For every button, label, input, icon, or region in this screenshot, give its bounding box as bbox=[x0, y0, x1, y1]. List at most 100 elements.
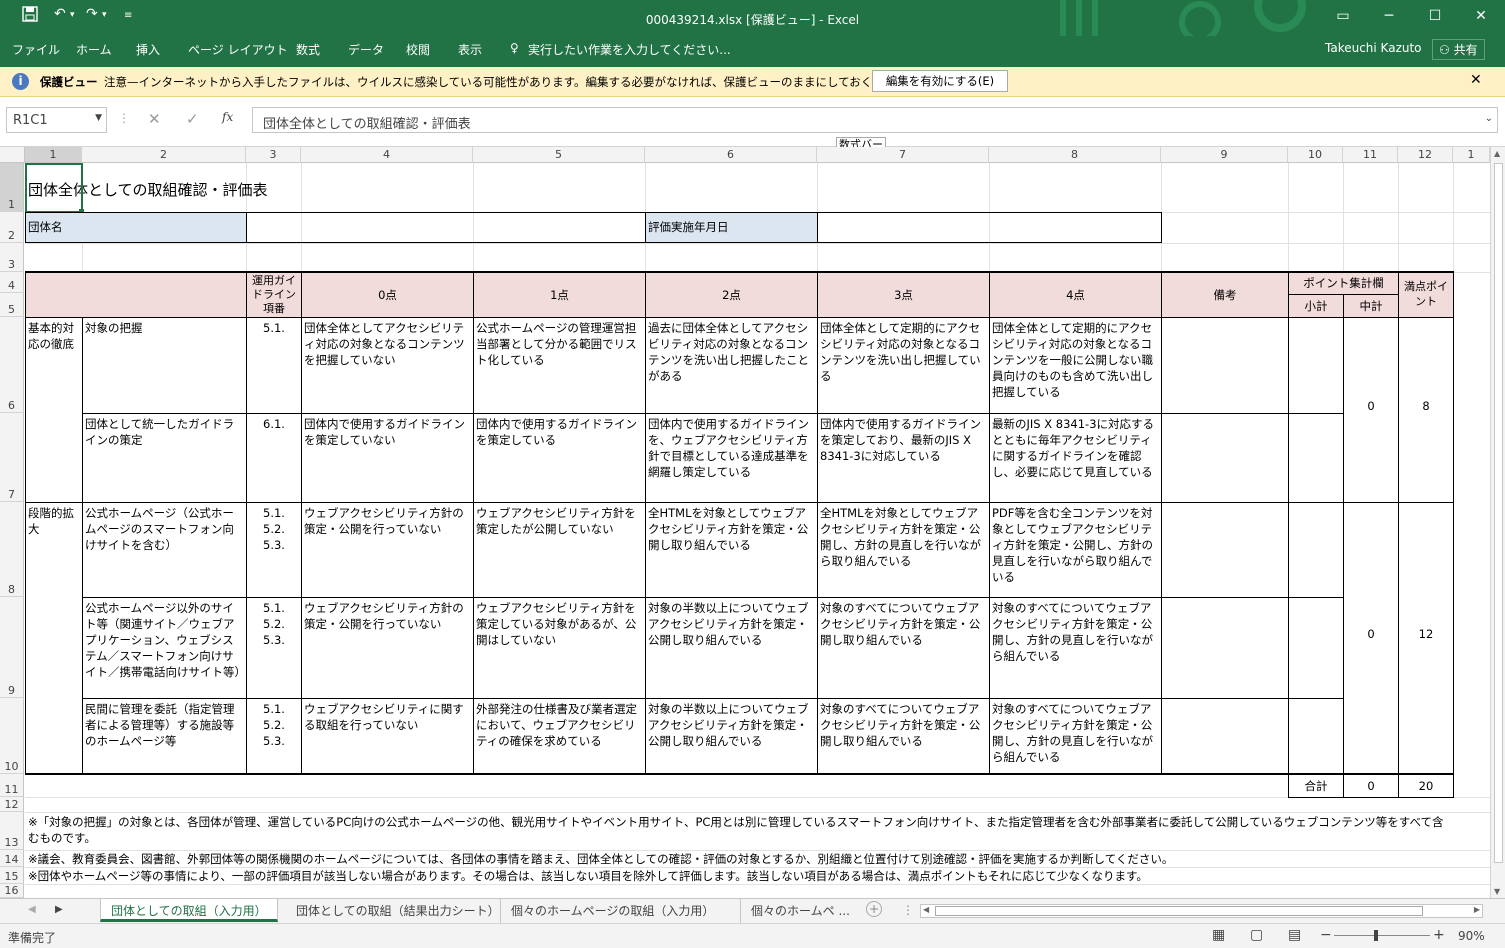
column-header[interactable]: 1 bbox=[25, 147, 82, 163]
row-header[interactable]: 16 bbox=[0, 884, 24, 898]
zoom-slider-thumb[interactable] bbox=[1374, 930, 1378, 941]
normal-view-icon[interactable]: ▦ bbox=[1212, 927, 1225, 943]
column-header[interactable]: 9 bbox=[1161, 147, 1288, 163]
criteria-cell[interactable]: ウェブアクセシビリティ方針を策定している対象があるが、公開はしていない bbox=[473, 597, 646, 699]
header-subtotal-cell[interactable]: 小計 bbox=[1288, 294, 1344, 318]
sheet-tab[interactable]: 団体としての取組（結果出力シート） bbox=[286, 899, 510, 923]
ribbon-display-options-icon[interactable]: ▭ bbox=[1328, 4, 1358, 28]
enter-icon[interactable]: ✓ bbox=[186, 110, 199, 128]
guide-cell[interactable]: 5.1. bbox=[246, 317, 302, 414]
guide-cell[interactable]: 6.1. bbox=[246, 413, 302, 503]
close-button[interactable]: ✕ bbox=[1466, 4, 1496, 28]
column-header[interactable]: 5 bbox=[473, 147, 645, 163]
header-p1-cell[interactable]: 1点 bbox=[473, 272, 646, 318]
notes-cell[interactable] bbox=[1161, 597, 1289, 699]
row-header[interactable]: 7 bbox=[0, 413, 24, 502]
criteria-cell[interactable]: 対象のすべてについてウェブアクセシビリティ方針を策定・公開し、方針の見直しを行い… bbox=[989, 698, 1162, 775]
criteria-cell[interactable]: ウェブアクセシビリティ方針を策定したが公開していない bbox=[473, 502, 646, 598]
worksheet-grid[interactable]: 1 2 3 4 5 6 7 8 9 10 11 12 1 1 2 3 4 5 6… bbox=[0, 147, 1490, 898]
column-header[interactable]: 6 bbox=[645, 147, 817, 163]
column-header[interactable]: 11 bbox=[1343, 147, 1398, 163]
notes-cell[interactable] bbox=[1161, 317, 1289, 414]
name-box[interactable]: R1C1 ▼ bbox=[6, 107, 107, 133]
guide-cell[interactable]: 5.1. 5.2. 5.3. bbox=[246, 597, 302, 699]
row-header[interactable]: 13 bbox=[0, 812, 24, 850]
criteria-cell[interactable]: 団体全体として定期的にアクセシビリティ対応の対象となるコンテンツを洗い出し把握し… bbox=[817, 317, 990, 414]
row-header[interactable]: 1 bbox=[0, 163, 24, 212]
column-header[interactable]: 7 bbox=[817, 147, 989, 163]
add-sheet-icon[interactable]: + bbox=[866, 901, 882, 917]
scroll-left-icon[interactable]: ◀ bbox=[923, 905, 929, 914]
midtotal-cell[interactable]: 0 bbox=[1343, 317, 1399, 503]
item-cell[interactable]: 団体として統一したガイドラインの策定 bbox=[82, 413, 247, 503]
total-midtotal-cell[interactable]: 0 bbox=[1343, 774, 1399, 798]
tab-split-handle-icon[interactable]: ⋮ bbox=[902, 903, 914, 917]
enable-editing-button[interactable]: 編集を有効にする(E) bbox=[872, 70, 1008, 92]
page-break-view-icon[interactable]: ▤ bbox=[1288, 927, 1301, 943]
horizontal-scrollbar[interactable]: ◀ ▶ bbox=[920, 904, 1483, 918]
column-header[interactable]: 4 bbox=[301, 147, 473, 163]
note-cell[interactable]: ※団体やホームページ等の事情により、一部の評価項目が該当しない場合があります。そ… bbox=[26, 868, 1456, 885]
total-max-cell[interactable]: 20 bbox=[1398, 774, 1454, 798]
item-cell[interactable]: 民間に管理を委託（指定管理者による管理等）する施設等のホームページ等 bbox=[82, 698, 247, 775]
column-header[interactable]: 1 bbox=[1453, 147, 1490, 163]
tab-formulas[interactable]: 数式 bbox=[296, 41, 320, 58]
horizontal-scroll-thumb[interactable] bbox=[935, 906, 1423, 916]
date-label-cell[interactable]: 評価実施年月日 bbox=[645, 212, 818, 243]
header-max-cell[interactable]: 満点ポイント bbox=[1398, 272, 1454, 318]
criteria-cell[interactable]: 対象の半数以上についてウェブアクセシビリティ方針を策定・公開し取り組んでいる bbox=[645, 597, 818, 699]
notes-cell[interactable] bbox=[1161, 698, 1289, 775]
column-header[interactable]: 10 bbox=[1288, 147, 1343, 163]
total-label-cell[interactable]: 合計 bbox=[1288, 774, 1344, 798]
category-cell[interactable]: 段階的拡大 bbox=[25, 502, 83, 775]
zoom-in-icon[interactable]: + bbox=[1433, 927, 1445, 943]
criteria-cell[interactable]: 公式ホームページの管理運営担当部署として分かる範囲でリスト化している bbox=[473, 317, 646, 414]
notes-cell[interactable] bbox=[1161, 502, 1289, 598]
subtotal-cell[interactable] bbox=[1288, 597, 1344, 699]
guide-cell[interactable]: 5.1. 5.2. 5.3. bbox=[246, 502, 302, 598]
criteria-cell[interactable]: 最新のJIS X 8341-3に対応するとともに毎年アクセシビリティに関するガイ… bbox=[989, 413, 1162, 503]
column-header[interactable]: 3 bbox=[246, 147, 301, 163]
sheet-title[interactable]: 団体全体としての取組確認・評価表 bbox=[26, 177, 426, 205]
header-midtotal-cell[interactable]: 中計 bbox=[1343, 294, 1399, 318]
criteria-cell[interactable]: 外部発注の仕様書及び業者選定において、ウェブアクセシビリティの確保を求めている bbox=[473, 698, 646, 775]
criteria-cell[interactable]: 団体全体として定期的にアクセシビリティ対応の対象となるコンテンツを一般に公開しな… bbox=[989, 317, 1162, 414]
criteria-cell[interactable]: 団体内で使用するガイドラインを策定していない bbox=[301, 413, 474, 503]
maximize-button[interactable]: ☐ bbox=[1420, 4, 1450, 28]
row-header[interactable]: 9 bbox=[0, 597, 24, 698]
midtotal-cell[interactable]: 0 bbox=[1343, 502, 1399, 775]
column-header[interactable]: 8 bbox=[989, 147, 1161, 163]
header-p2-cell[interactable]: 2点 bbox=[645, 272, 818, 318]
guide-cell[interactable]: 5.1. 5.2. 5.3. bbox=[246, 698, 302, 775]
header-notes-cell[interactable]: 備考 bbox=[1161, 272, 1289, 318]
max-points-cell[interactable]: 8 bbox=[1398, 317, 1454, 503]
category-cell[interactable]: 基本的対応の徹底 bbox=[25, 317, 83, 503]
column-header[interactable]: 12 bbox=[1398, 147, 1453, 163]
row-header[interactable]: 14 bbox=[0, 850, 24, 867]
subtotal-cell[interactable] bbox=[1288, 502, 1344, 598]
scroll-up-icon[interactable]: ▲ bbox=[1494, 149, 1500, 158]
criteria-cell[interactable]: 団体内で使用するガイドラインを策定しており、最新のJIS X 8341-3に対応… bbox=[817, 413, 990, 503]
criteria-cell[interactable]: 全HTMLを対象としてウェブアクセシビリティ方針を策定・公開し取り組んでいる bbox=[645, 502, 818, 598]
row-header[interactable]: 10 bbox=[0, 698, 24, 774]
item-cell[interactable]: 対象の把握 bbox=[82, 317, 247, 414]
column-header[interactable]: 2 bbox=[82, 147, 246, 163]
criteria-cell[interactable]: ウェブアクセシビリティ方針の策定・公開を行っていない bbox=[301, 502, 474, 598]
criteria-cell[interactable]: 団体内で使用するガイドラインを、ウェブアクセシビリティ方針で目標としている達成基… bbox=[645, 413, 818, 503]
criteria-cell[interactable]: 団体内で使用するガイドラインを策定している bbox=[473, 413, 646, 503]
criteria-cell[interactable]: 対象のすべてについてウェブアクセシビリティ方針を策定・公開し取り組んでいる bbox=[817, 698, 990, 775]
row-header[interactable]: 15 bbox=[0, 867, 24, 884]
tab-file[interactable]: ファイル bbox=[12, 41, 60, 58]
org-input-cell[interactable] bbox=[246, 212, 646, 243]
row-header[interactable]: 5 bbox=[0, 293, 24, 317]
name-box-dropdown-icon[interactable]: ▼ bbox=[95, 113, 102, 123]
prev-sheet-icon[interactable]: ◀ bbox=[28, 904, 36, 915]
minimize-button[interactable]: ─ bbox=[1374, 4, 1404, 28]
header-p0-cell[interactable]: 0点 bbox=[301, 272, 474, 318]
formula-input[interactable]: 団体全体としての取組確認・評価表 ⌄ bbox=[252, 107, 1498, 133]
tell-me-search[interactable]: 実行したい作業を入力してください... bbox=[528, 41, 731, 58]
sheet-tab-active[interactable]: 団体としての取組（入力用） bbox=[100, 899, 278, 922]
criteria-cell[interactable]: 過去に団体全体としてアクセシビリティ対応の対象となるコンテンツを洗い出し把握した… bbox=[645, 317, 818, 414]
insert-function-icon[interactable]: fx bbox=[222, 110, 233, 124]
sheet-tab[interactable]: 個々のホームペ ... bbox=[740, 899, 860, 923]
